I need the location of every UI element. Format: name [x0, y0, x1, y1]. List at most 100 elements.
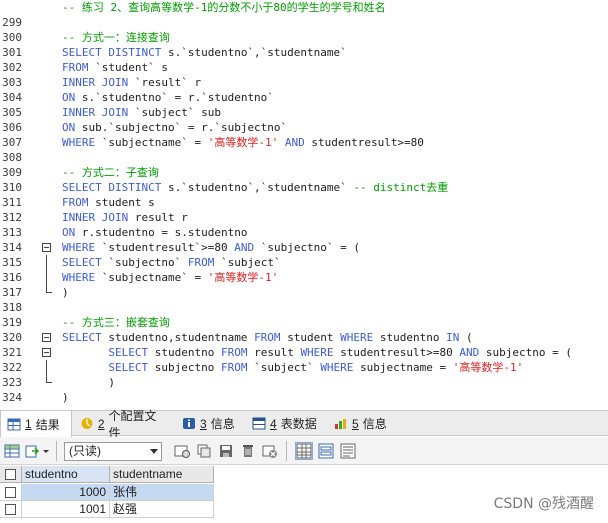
studentname-cell[interactable]: 赵强: [110, 501, 214, 518]
select-all-cell[interactable]: [0, 466, 22, 483]
studentname-cell[interactable]: 张伟: [110, 484, 214, 501]
export-dropdown-icon[interactable]: [42, 443, 50, 459]
sql-text: sub.`subjectno` = r.`subjectno`: [81, 121, 288, 134]
code-line[interactable]: 324): [0, 390, 608, 405]
code-text: -- 方式二：子查询: [62, 165, 159, 180]
grid-view-icon[interactable]: [295, 442, 313, 460]
sql-text: studentno,studentname: [108, 331, 255, 344]
tab-3[interactable]: 3 信息: [176, 411, 244, 436]
delete-icon[interactable]: [240, 443, 256, 459]
code-line[interactable]: 300 -- 方式一：连接查询: [0, 30, 608, 45]
duplicate-row-icon[interactable]: [196, 443, 212, 459]
grid-icon[interactable]: [4, 443, 20, 459]
cancel-changes-icon[interactable]: [262, 443, 278, 459]
code-line[interactable]: 307 WHERE `subjectname` = '高等数学-1' AND st…: [0, 135, 608, 150]
form-view-icon[interactable]: [318, 443, 334, 459]
code-line[interactable]: 323 ): [0, 375, 608, 390]
result-tab-bar: 1 结果 2 个配置文件 3 信息 4 表数据 5 信息: [0, 409, 608, 440]
code-line[interactable]: 314 WHERE `studentresult`>=80 AND `subjec…: [0, 240, 608, 255]
code-line[interactable]: 302 FROM `student` s: [0, 60, 608, 75]
line-number: 314: [2, 241, 22, 254]
code-line[interactable]: 305 INNER JOIN `subject` sub: [0, 105, 608, 120]
sql-text: `subjectno`: [108, 256, 188, 269]
code-line[interactable]: 309 -- 方式二：子查询: [0, 165, 608, 180]
export-icon[interactable]: [24, 443, 40, 459]
code-line[interactable]: 321 SELECT studentno FROM result WHERE s…: [0, 345, 608, 360]
fold-end-guide: [40, 375, 52, 390]
sql-keyword: FROM: [62, 196, 96, 209]
code-line[interactable]: -- 练习 2、查询高等数学-1的分数不小于80的学生的学号和姓名: [0, 0, 608, 15]
line-number: 308: [2, 151, 22, 164]
profile-icon: [81, 418, 93, 429]
sql-text: studentno: [154, 346, 221, 359]
tab-number: 5: [352, 416, 359, 431]
sql-text: studentresult>=80: [340, 346, 460, 359]
code-line[interactable]: 315 SELECT `subjectno` FROM `subject`: [0, 255, 608, 270]
studentno-cell[interactable]: 1000: [22, 484, 110, 501]
code-line[interactable]: 320 SELECT studentno,studentname FROM stu…: [0, 330, 608, 345]
line-number: 300: [2, 31, 22, 44]
code-line[interactable]: 319 -- 方式三：嵌套查询: [0, 315, 608, 330]
tab-5[interactable]: 5 信息: [328, 411, 394, 436]
fold-collapse-icon[interactable]: [40, 330, 52, 345]
column-header-studentname[interactable]: studentname: [110, 466, 214, 483]
sql-keyword: SELECT: [108, 346, 155, 359]
sql-comment: -- 方式三：嵌套查询: [62, 316, 170, 329]
line-number: 324: [2, 391, 22, 404]
code-line[interactable]: 304 ON s.`studentno` = r.`studentno`: [0, 90, 608, 105]
sql-keyword: WHERE: [62, 241, 102, 254]
code-line[interactable]: 316 WHERE `subjectname` = '高等数学-1': [0, 270, 608, 285]
sql-text: ): [62, 391, 69, 404]
add-row-icon[interactable]: [174, 443, 190, 459]
sql-text: s.`studentno` = r.`studentno`: [81, 91, 274, 104]
sql-text: student: [287, 331, 341, 344]
row-checkbox[interactable]: [5, 487, 16, 498]
tab-1[interactable]: 1 结果: [0, 411, 72, 437]
mode-select[interactable]: (只读): [64, 442, 162, 461]
code-line[interactable]: 301 SELECT DISTINCT s.`studentno`,`studen…: [0, 45, 608, 60]
code-line[interactable]: 317): [0, 285, 608, 300]
code-text: WHERE `studentresult`>=80 AND `subjectno…: [62, 240, 360, 255]
code-line[interactable]: 313 ON r.studentno = s.studentno: [0, 225, 608, 240]
row-checkbox[interactable]: [5, 504, 16, 515]
code-text: SELECT DISTINCT s.`studentno`,`studentna…: [62, 45, 347, 60]
fold-end-guide: [40, 285, 52, 300]
code-text: SELECT subjectno FROM `subject` WHERE su…: [62, 360, 523, 375]
sql-keyword: FROM: [220, 361, 255, 374]
code-line[interactable]: 308: [0, 150, 608, 165]
line-number: 321: [2, 346, 22, 359]
chart-info-icon: [335, 419, 346, 429]
select-all-checkbox[interactable]: [5, 469, 16, 480]
code-line[interactable]: 306 ON sub.`subjectno` = r.`subjectno`: [0, 120, 608, 135]
studentno-cell[interactable]: 1001: [22, 501, 110, 518]
code-text: -- 练习 2、查询高等数学-1的分数不小于80的学生的学号和姓名: [62, 0, 386, 15]
sql-text: result r: [134, 211, 188, 224]
sql-editor[interactable]: -- 练习 2、查询高等数学-1的分数不小于80的学生的学号和姓名 299 300 -…: [0, 0, 608, 405]
tab-label: 结果: [35, 417, 60, 432]
sql-keyword: WHERE: [320, 361, 361, 374]
code-text: ): [62, 375, 115, 390]
row-select-cell[interactable]: [0, 484, 22, 501]
table-row[interactable]: 1001 赵强: [0, 501, 214, 518]
line-number: 315: [2, 256, 22, 269]
save-icon[interactable]: [218, 443, 234, 459]
tab-2[interactable]: 2 个配置文件: [74, 409, 174, 440]
code-line[interactable]: 322 SELECT subjectno FROM `subject` WHER…: [0, 360, 608, 375]
row-select-cell[interactable]: [0, 501, 22, 518]
table-row[interactable]: 1000 张伟: [0, 484, 214, 501]
code-line[interactable]: 312 INNER JOIN result r: [0, 210, 608, 225]
column-header-studentno[interactable]: studentno: [22, 466, 110, 483]
fold-collapse-icon[interactable]: [40, 345, 52, 360]
code-line[interactable]: 318: [0, 300, 608, 315]
sql-keyword: ON: [62, 121, 82, 134]
fold-collapse-icon[interactable]: [40, 240, 52, 255]
code-line[interactable]: 303 INNER JOIN `result` r: [0, 75, 608, 90]
sql-keyword: SELECT: [62, 331, 109, 344]
tab-4[interactable]: 4 表数据: [246, 411, 326, 436]
sql-keyword: WHERE: [62, 136, 102, 149]
code-line[interactable]: 299: [0, 15, 608, 30]
code-line[interactable]: 310 SELECT DISTINCT s.`studentno`,`studen…: [0, 180, 608, 195]
code-line[interactable]: 311 FROM student s: [0, 195, 608, 210]
text-view-icon[interactable]: [340, 443, 356, 459]
